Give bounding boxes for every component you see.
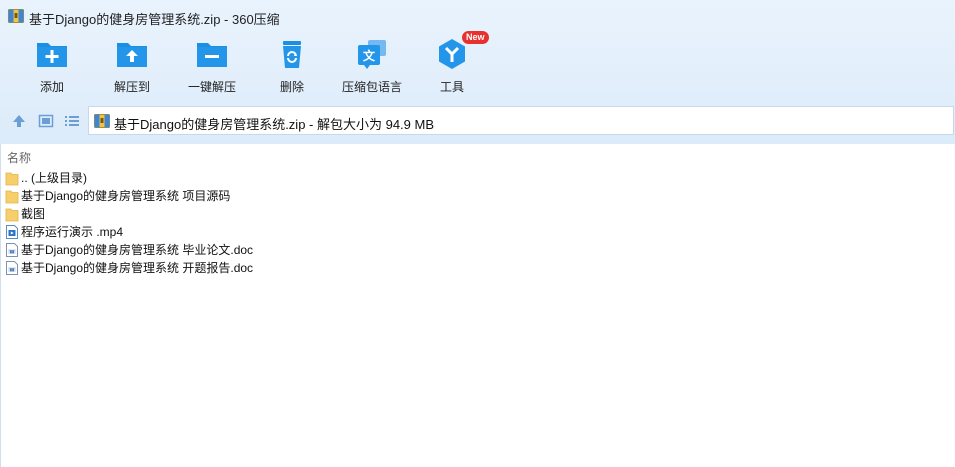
new-badge: New (462, 31, 489, 44)
archive-file-icon (94, 114, 110, 128)
column-header-label: 名称 (7, 151, 32, 165)
one-click-extract-label: 一键解压 (187, 80, 236, 94)
add-folder-icon (37, 43, 67, 67)
list-item-name: .. (上级目录) (21, 171, 87, 185)
list-item-name: 基于Django的健身房管理系统 开题报告.doc (21, 261, 254, 275)
list-item-parent-dir[interactable]: .. (上级目录) (3, 169, 943, 187)
folder-icon (5, 172, 19, 186)
svg-text:W: W (10, 267, 15, 273)
word-doc-icon: W (6, 261, 18, 275)
column-header-name[interactable]: 名称 (1, 144, 955, 168)
path-field[interactable]: 基于Django的健身房管理系统.zip - 解包大小为 94.9 MB (88, 106, 954, 135)
extract-to-icon (117, 43, 147, 67)
delete-bin-icon (283, 41, 301, 68)
tools-label: 工具 (439, 80, 464, 94)
up-arrow-icon[interactable] (11, 113, 27, 129)
delete-label: 删除 (279, 80, 304, 94)
title-bar: 基于Django的健身房管理系统.zip - 360压缩 (0, 0, 955, 32)
archive-language-icon: 文 (358, 40, 386, 69)
add-button[interactable]: 添加 (12, 34, 92, 98)
extract-to-label: 解压到 (113, 80, 150, 94)
list-item-source-folder[interactable]: 基于Django的健身房管理系统 项目源码 (3, 187, 943, 205)
folder-icon (5, 190, 19, 204)
top-panel: 基于Django的健身房管理系统.zip - 360压缩 添加 解压到 一键解压… (0, 0, 955, 144)
archive-app-icon (8, 9, 24, 23)
list-item-name: 程序运行演示 .mp4 (21, 225, 124, 239)
svg-text:W: W (10, 249, 15, 255)
one-click-extract-button[interactable]: 一键解压 (172, 34, 252, 98)
list-item-name: 基于Django的健身房管理系统 项目源码 (21, 189, 231, 203)
extract-to-button[interactable]: 解压到 (92, 34, 172, 98)
app-window: 基于Django的健身房管理系统.zip - 360压缩 添加 解压到 一键解压… (0, 0, 955, 467)
list-item-demo-video[interactable]: 程序运行演示 .mp4 (3, 223, 943, 241)
file-rows: .. (上级目录) 基于Django的健身房管理系统 项目源码 截图 程序运行演… (3, 169, 943, 277)
video-file-icon (6, 225, 18, 239)
list-item-name: 截图 (21, 207, 46, 221)
path-text: 基于Django的健身房管理系统.zip - 解包大小为 94.9 MB (114, 117, 435, 132)
list-item-screenshots-folder[interactable]: 截图 (3, 205, 943, 223)
list-view-icon[interactable] (64, 113, 80, 129)
one-click-extract-icon (197, 43, 227, 67)
address-bar: 基于Django的健身房管理系统.zip - 解包大小为 94.9 MB (0, 106, 955, 136)
archive-language-label: 压缩包语言 (341, 80, 402, 94)
list-item-proposal-doc[interactable]: W 基于Django的健身房管理系统 开题报告.doc (3, 259, 943, 277)
svg-text:文: 文 (363, 48, 376, 63)
window-title: 基于Django的健身房管理系统.zip - 360压缩 (29, 12, 280, 27)
file-list: 名称 .. (上级目录) 基于Django的健身房管理系统 项目源码 截图 程序… (0, 144, 955, 467)
list-item-thesis-doc[interactable]: W 基于Django的健身房管理系统 毕业论文.doc (3, 241, 943, 259)
archive-language-button[interactable]: 文 压缩包语言 (332, 34, 412, 98)
folder-icon (5, 208, 19, 222)
word-doc-icon: W (6, 243, 18, 257)
toolbar: 添加 解压到 一键解压 删除 文 压缩包语言 New 工具 (0, 31, 955, 100)
delete-button[interactable]: 删除 (252, 34, 332, 98)
list-item-name: 基于Django的健身房管理系统 毕业论文.doc (21, 243, 254, 257)
add-label: 添加 (39, 80, 64, 94)
thumbnail-view-icon[interactable] (38, 113, 54, 129)
tools-button[interactable]: New 工具 (412, 31, 492, 98)
